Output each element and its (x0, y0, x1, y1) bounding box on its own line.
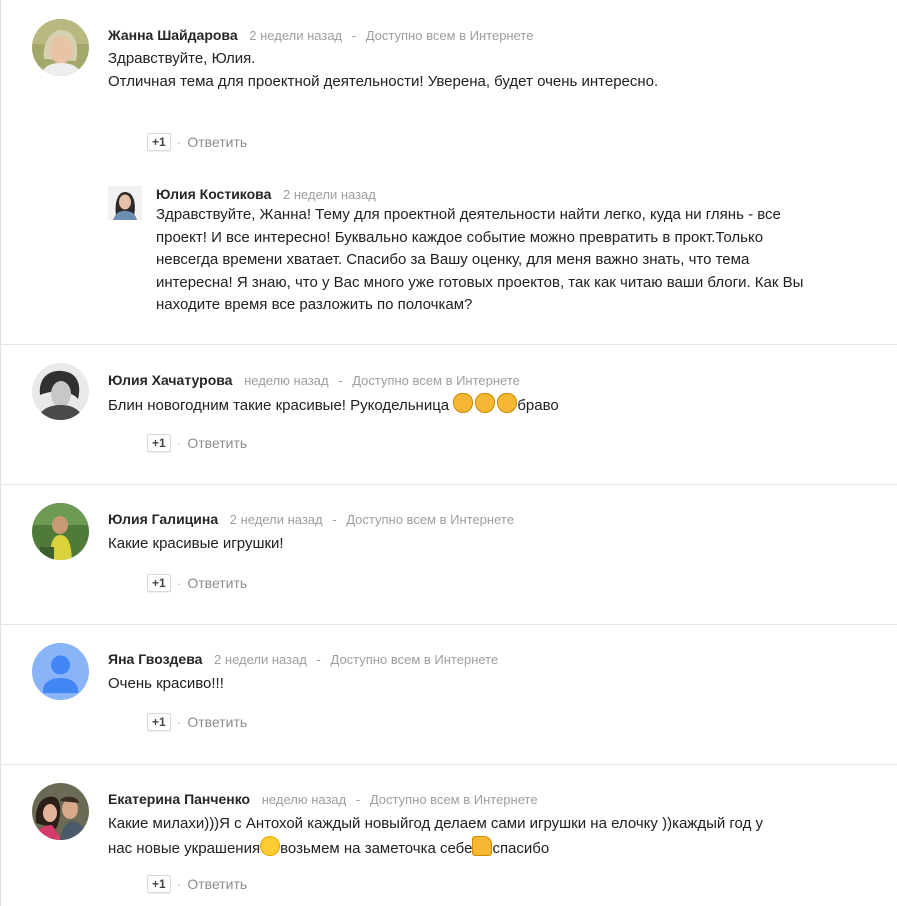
timestamp[interactable]: 2 недели назад (214, 652, 307, 667)
separator: - (332, 512, 337, 527)
avatar[interactable] (32, 19, 89, 76)
clapping-hands-icon (453, 393, 474, 413)
plus-one-button[interactable]: +1 (147, 875, 171, 893)
avatar[interactable] (32, 783, 89, 840)
visibility-label: Доступно всем в Интернете (365, 28, 534, 43)
divider (0, 484, 897, 485)
author-name[interactable]: Юлия Костикова (156, 186, 271, 202)
dot-separator: · (176, 575, 182, 591)
comment-text-line: Какие милахи)))Я с Антохой каждый новыйг… (108, 815, 763, 832)
comment-text-part: возьмем на заметочка себе (280, 839, 473, 857)
clapping-hands-icon (475, 393, 496, 413)
comment-text-part: Блин новогодним такие красивые! Рукодель… (108, 397, 454, 414)
dot-separator: · (176, 876, 182, 892)
visibility-label: Доступно всем в Интернете (369, 792, 538, 807)
author-name[interactable]: Екатерина Панченко (108, 791, 250, 807)
author-name[interactable]: Юлия Галицина (108, 511, 218, 527)
comment-text: Здравствуйте, Юлия. Отличная тема для пр… (108, 50, 659, 90)
comment-text: Блин новогодним такие красивые! Рукодель… (108, 393, 559, 418)
reply-button[interactable]: Ответить (187, 575, 247, 591)
reply-button[interactable]: Ответить (187, 134, 247, 150)
comment-actions: +1 · Ответить (147, 574, 247, 592)
reply-button[interactable]: Ответить (187, 876, 247, 892)
avatar[interactable] (32, 363, 89, 420)
divider (0, 764, 897, 765)
plus-one-button[interactable]: +1 (147, 133, 171, 151)
timestamp[interactable]: 2 недели назад (249, 28, 342, 43)
comment-text-part: браво (517, 397, 559, 414)
comment-text-line: нас новые украшения возьмем на заметочка … (108, 835, 763, 861)
separator: - (355, 792, 361, 807)
thumbs-up-icon (472, 835, 493, 856)
comment-text: Здравствуйте, Жанна! Тему для проектной … (156, 206, 804, 313)
timestamp[interactable]: 2 недели назад (230, 512, 323, 527)
smiling-face-icon (260, 835, 281, 856)
avatar[interactable] (32, 503, 89, 560)
plus-one-button[interactable]: +1 (147, 434, 171, 452)
divider (0, 344, 897, 345)
default-user-avatar-icon[interactable] (32, 643, 89, 700)
avatar[interactable] (108, 186, 142, 220)
clapping-hands-icon (497, 393, 518, 413)
comment-text: Какие красивые игрушки! (108, 535, 284, 552)
separator: - (338, 373, 343, 388)
separator: - (316, 652, 321, 667)
reply-button[interactable]: Ответить (187, 714, 247, 730)
dot-separator: · (176, 134, 182, 150)
visibility-label: Доступно всем в Интернете (346, 512, 514, 527)
author-name[interactable]: Яна Гвоздева (108, 651, 202, 667)
visibility-label: Доступно всем в Интернете (330, 652, 499, 667)
dot-separator: · (176, 714, 182, 730)
plus-one-button[interactable]: +1 (147, 574, 171, 592)
dot-separator: · (176, 435, 182, 451)
comment-text: Очень красиво!!! (108, 675, 224, 692)
comment-actions: +1 · Ответить (147, 133, 247, 151)
plus-one-button[interactable]: +1 (147, 713, 171, 731)
author-name[interactable]: Юлия Хачатурова (108, 372, 232, 388)
left-border (0, 0, 1, 906)
comment-actions: +1 · Ответить (147, 713, 247, 731)
reply-button[interactable]: Ответить (187, 435, 247, 451)
comment-text-part: спасибо (492, 839, 550, 857)
timestamp[interactable]: неделю назад (262, 792, 347, 807)
comment-text-part: нас новые украшения (108, 839, 261, 857)
separator: - (351, 28, 357, 43)
visibility-label: Доступно всем в Интернете (352, 373, 520, 388)
comment-actions: +1 · Ответить (147, 434, 247, 452)
author-name[interactable]: Жанна Шайдарова (108, 27, 238, 43)
timestamp[interactable]: неделю назад (244, 373, 329, 388)
divider (0, 624, 897, 625)
comment-actions: +1 · Ответить (147, 875, 247, 893)
timestamp[interactable]: 2 недели назад (283, 187, 376, 202)
comment-text: Какие милахи)))Я с Антохой каждый новыйг… (108, 813, 763, 860)
